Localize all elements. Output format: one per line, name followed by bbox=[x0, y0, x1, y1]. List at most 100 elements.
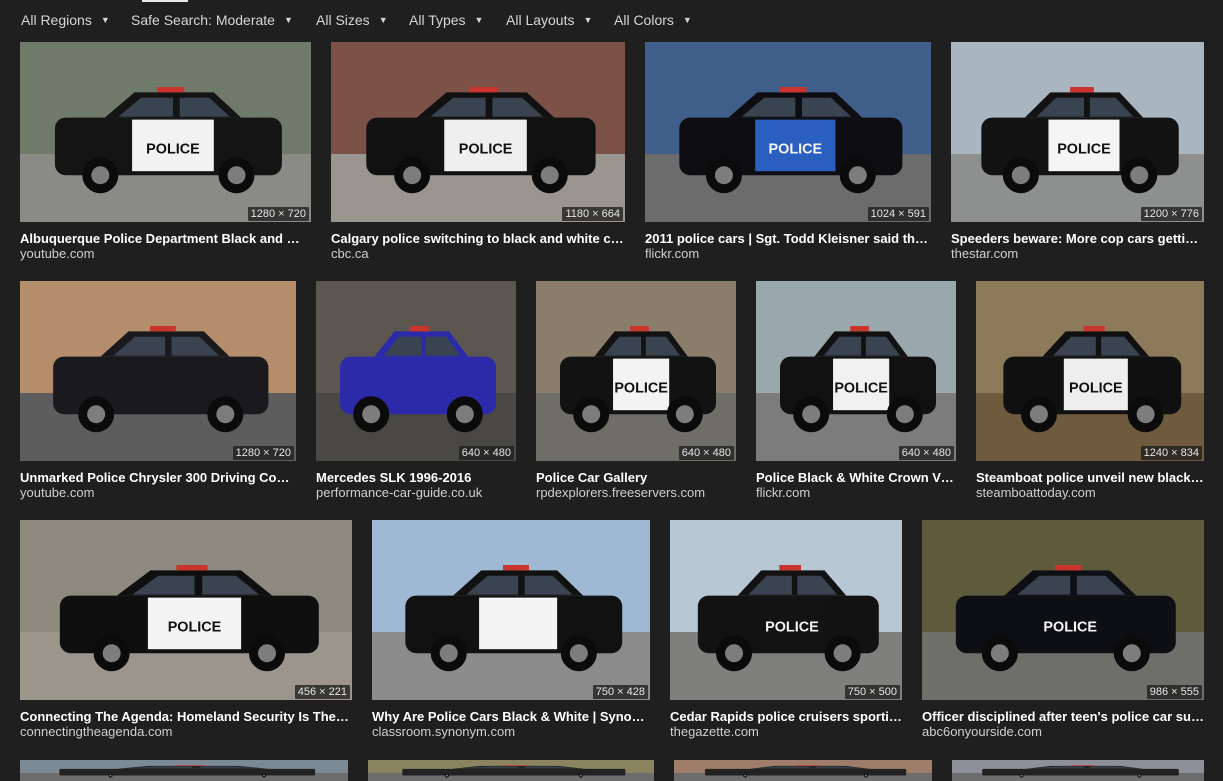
result-source-domain[interactable]: flickr.com bbox=[756, 485, 956, 500]
result-thumbnail-graphic: POLICE bbox=[756, 281, 956, 461]
result-thumbnail-graphic bbox=[20, 760, 348, 781]
result-title[interactable]: Albuquerque Police Department Black and … bbox=[20, 231, 311, 246]
image-dimensions-badge: 1280 × 720 bbox=[247, 207, 309, 221]
result-title[interactable]: Connecting The Agenda: Homeland Security… bbox=[20, 709, 352, 724]
image-dimensions-badge: 1200 × 776 bbox=[1140, 207, 1202, 221]
result-thumbnail-graphic bbox=[316, 281, 516, 461]
filter-bar: All Regions ▼ Safe Search: Moderate ▼ All … bbox=[0, 0, 1223, 42]
result-source-domain[interactable]: classroom.synonym.com bbox=[372, 724, 650, 739]
chevron-down-icon: ▼ bbox=[100, 15, 110, 25]
result-thumbnail[interactable]: POLICE 986 × 555 bbox=[922, 520, 1204, 700]
result-title[interactable]: Police Car Gallery bbox=[536, 470, 736, 485]
result-title[interactable]: Cedar Rapids police cruisers sporting ..… bbox=[670, 709, 902, 724]
police-lettering: POLICE bbox=[459, 141, 513, 157]
filter-regions[interactable]: All Regions ▼ bbox=[21, 12, 110, 28]
filter-layouts[interactable]: All Layouts ▼ bbox=[506, 12, 592, 28]
result-source-domain[interactable]: cbc.ca bbox=[331, 246, 625, 261]
result-source-domain[interactable]: performance-car-guide.co.uk bbox=[316, 485, 516, 500]
result-title[interactable]: Why Are Police Cars Black & White | Syno… bbox=[372, 709, 650, 724]
result-thumbnail[interactable] bbox=[20, 760, 348, 781]
result-thumbnail-graphic: POLICE bbox=[20, 42, 311, 222]
result-thumbnail[interactable]: 750 × 428 bbox=[372, 520, 650, 700]
result-thumbnail[interactable]: POLICE 456 × 221 bbox=[20, 520, 352, 700]
result-thumbnail[interactable]: 1280 × 720 bbox=[20, 281, 296, 461]
image-dimensions-badge: 1240 × 834 bbox=[1140, 446, 1202, 460]
result-thumbnail[interactable]: POLICE 1024 × 591 bbox=[645, 42, 931, 222]
chevron-down-icon: ▼ bbox=[378, 15, 388, 25]
filter-label: All Layouts bbox=[506, 12, 575, 28]
filter-label: All Sizes bbox=[316, 12, 370, 28]
result-thumbnail-graphic: POLICE bbox=[331, 42, 625, 222]
result-source-domain[interactable]: rpdexplorers.freeservers.com bbox=[536, 485, 736, 500]
result-title[interactable]: 2011 police cars | Sgt. Todd Kleisner sa… bbox=[645, 231, 931, 246]
result-thumbnail[interactable]: 640 × 480 bbox=[316, 281, 516, 461]
police-lettering: POLICE bbox=[614, 380, 668, 396]
result-source-domain[interactable]: thegazette.com bbox=[670, 724, 902, 739]
filter-label: Safe Search: Moderate bbox=[131, 12, 275, 28]
chevron-down-icon: ▼ bbox=[682, 15, 692, 25]
result-thumbnail[interactable]: POLICE 750 × 500 bbox=[670, 520, 902, 700]
result-thumbnail[interactable]: POLICE 640 × 480 bbox=[756, 281, 956, 461]
police-lettering: POLICE bbox=[168, 619, 222, 635]
result-thumbnail-graphic: POLICE bbox=[670, 520, 902, 700]
filter-safe-search[interactable]: Safe Search: Moderate ▼ bbox=[131, 12, 293, 28]
result-title[interactable]: Mercedes SLK 1996-2016 bbox=[316, 470, 516, 485]
result-title[interactable]: Steamboat police unveil new black-a... bbox=[976, 470, 1204, 485]
result-thumbnail-graphic: POLICE bbox=[922, 520, 1204, 700]
image-dimensions-badge: 750 × 500 bbox=[844, 685, 900, 699]
result-thumbnail-graphic bbox=[372, 520, 650, 700]
result-thumbnail-graphic bbox=[674, 760, 932, 781]
image-dimensions-badge: 1280 × 720 bbox=[232, 446, 294, 460]
result-thumbnail[interactable]: POLICE 1200 × 776 bbox=[951, 42, 1204, 222]
image-dimensions-badge: 1024 × 591 bbox=[867, 207, 929, 221]
result-title[interactable]: Speeders beware: More cop cars getting .… bbox=[951, 231, 1204, 246]
result-thumbnail[interactable] bbox=[674, 760, 932, 781]
result-thumbnail-graphic bbox=[952, 760, 1204, 781]
result-source-domain[interactable]: connectingtheagenda.com bbox=[20, 724, 352, 739]
result-source-domain[interactable]: steamboattoday.com bbox=[976, 485, 1204, 500]
police-lettering: POLICE bbox=[1043, 619, 1097, 635]
image-dimensions-badge: 640 × 480 bbox=[898, 446, 954, 460]
result-thumbnail-graphic: POLICE bbox=[20, 520, 352, 700]
filter-types[interactable]: All Types ▼ bbox=[409, 12, 483, 28]
result-source-domain[interactable]: flickr.com bbox=[645, 246, 931, 261]
image-dimensions-badge: 750 × 428 bbox=[592, 685, 648, 699]
filter-label: All Regions bbox=[21, 12, 92, 28]
police-lettering: POLICE bbox=[146, 141, 200, 157]
image-dimensions-badge: 456 × 221 bbox=[294, 685, 350, 699]
result-source-domain[interactable]: youtube.com bbox=[20, 485, 296, 500]
image-dimensions-badge: 986 × 555 bbox=[1146, 685, 1202, 699]
result-thumbnail[interactable]: POLICE 640 × 480 bbox=[536, 281, 736, 461]
result-title[interactable]: Police Black & White Crown Vict... bbox=[756, 470, 956, 485]
result-thumbnail-graphic: POLICE bbox=[976, 281, 1204, 461]
result-thumbnail-graphic: POLICE bbox=[536, 281, 736, 461]
result-thumbnail[interactable]: POLICE 1280 × 720 bbox=[20, 42, 311, 222]
filter-colors[interactable]: All Colors ▼ bbox=[614, 12, 692, 28]
active-tab-indicator bbox=[142, 0, 188, 2]
image-dimensions-badge: 640 × 480 bbox=[458, 446, 514, 460]
result-thumbnail[interactable]: POLICE 1240 × 834 bbox=[976, 281, 1204, 461]
result-title[interactable]: Unmarked Police Chrysler 300 Driving Cod… bbox=[20, 470, 296, 485]
result-source-domain[interactable]: youtube.com bbox=[20, 246, 311, 261]
result-title[interactable]: Officer disciplined after teen's police … bbox=[922, 709, 1204, 724]
filter-sizes[interactable]: All Sizes ▼ bbox=[316, 12, 388, 28]
result-thumbnail-graphic bbox=[20, 281, 296, 461]
result-title[interactable]: Calgary police switching to black and wh… bbox=[331, 231, 625, 246]
result-thumbnail-graphic: POLICE bbox=[951, 42, 1204, 222]
result-thumbnail-graphic: POLICE bbox=[645, 42, 931, 222]
result-source-domain[interactable]: thestar.com bbox=[951, 246, 1204, 261]
result-source-domain[interactable]: abc6onyourside.com bbox=[922, 724, 1204, 739]
chevron-down-icon: ▼ bbox=[283, 15, 293, 25]
result-thumbnail[interactable] bbox=[952, 760, 1204, 781]
police-lettering: POLICE bbox=[765, 619, 819, 635]
result-thumbnail-graphic bbox=[368, 760, 654, 781]
police-lettering: POLICE bbox=[834, 380, 888, 396]
filter-label: All Types bbox=[409, 12, 466, 28]
police-lettering: POLICE bbox=[769, 141, 823, 157]
image-dimensions-badge: 1180 × 664 bbox=[562, 207, 623, 221]
result-thumbnail[interactable]: POLICE 1180 × 664 bbox=[331, 42, 625, 222]
chevron-down-icon: ▼ bbox=[583, 15, 593, 25]
image-dimensions-badge: 640 × 480 bbox=[678, 446, 734, 460]
result-thumbnail[interactable] bbox=[368, 760, 654, 781]
police-lettering: POLICE bbox=[1057, 141, 1111, 157]
